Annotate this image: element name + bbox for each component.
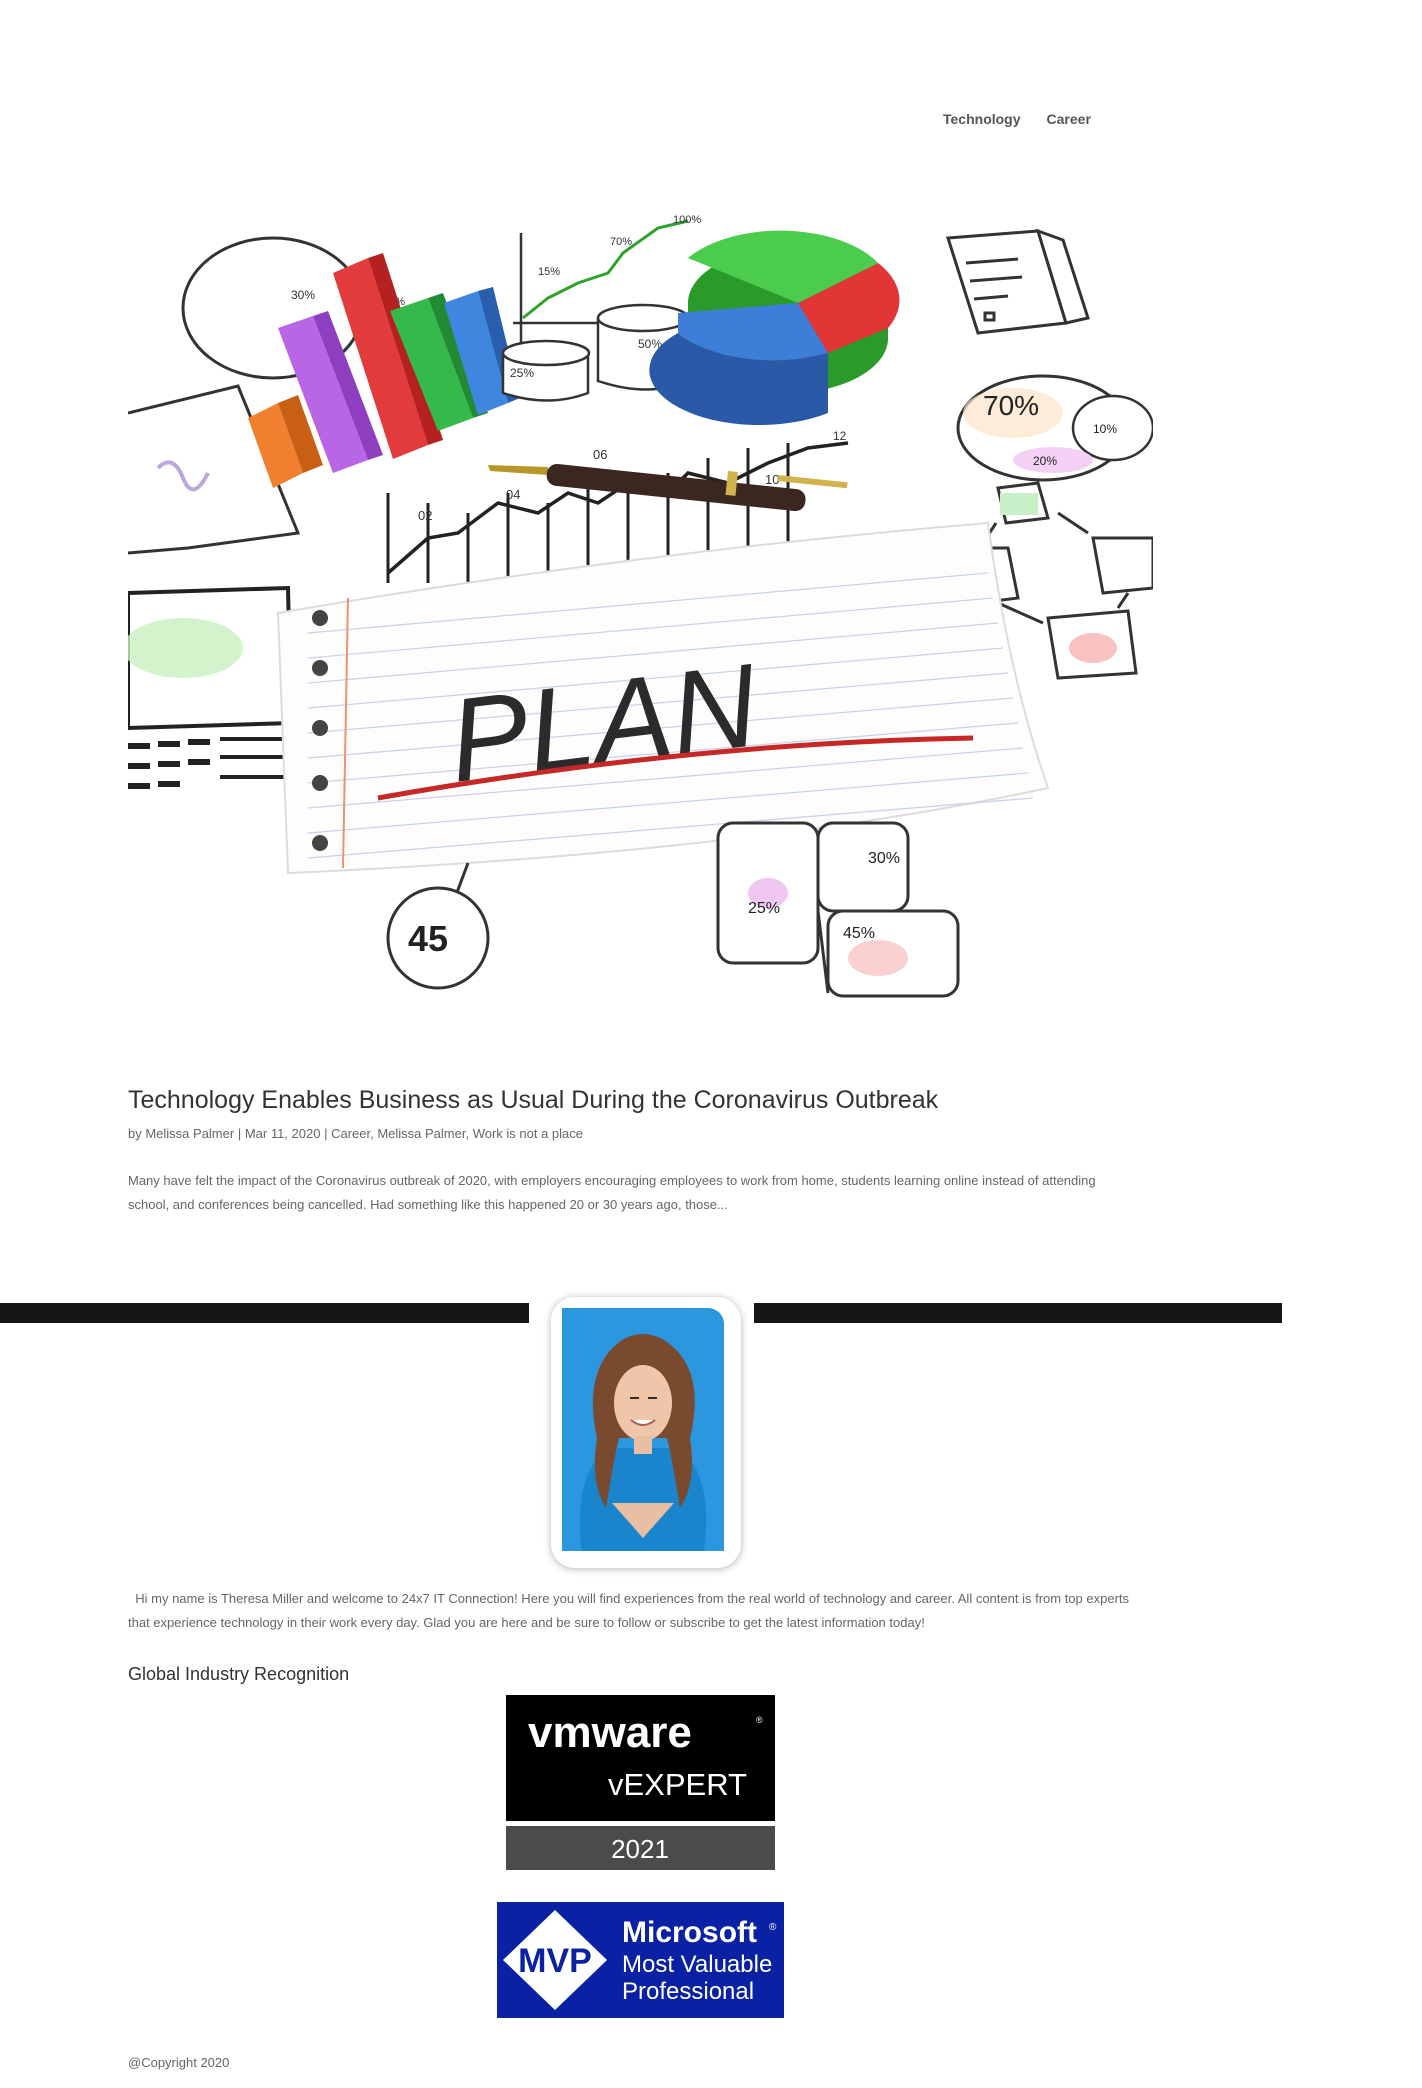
image-text-label: 45% — [843, 925, 875, 942]
nav-item-technology[interactable]: Technology — [943, 111, 1021, 127]
image-text-label: 10 — [765, 472, 779, 487]
image-text-label: Most Valuable — [622, 1951, 772, 1978]
bar-chart-sketch: 30% 70% — [181, 236, 520, 488]
image-text-label: MVP — [518, 1942, 592, 1980]
divider-bar-left — [0, 1303, 529, 1323]
post-meta: by Melissa Palmer | Mar 11, 2020 | Caree… — [128, 1126, 583, 1141]
post-title[interactable]: Technology Enables Business as Usual Dur… — [128, 1086, 938, 1115]
post-excerpt: Many have felt the impact of the Coronav… — [128, 1173, 1096, 1212]
profile-photo-frame — [551, 1297, 741, 1568]
image-text-label: 45 — [408, 918, 448, 959]
microsoft-mvp-badge[interactable]: MVP Microsoft ® Most Valuable Profession… — [497, 1902, 784, 2018]
pie-chart-3d — [649, 230, 900, 426]
category-separator: , — [465, 1126, 473, 1141]
image-text-label: 70% — [983, 390, 1039, 421]
category-link-melissa-palmer[interactable]: Melissa Palmer — [377, 1126, 465, 1141]
image-text-label: vEXPERT — [608, 1767, 747, 1802]
image-text-label: 04 — [506, 487, 520, 502]
post-date: Mar 11, 2020 — [244, 1126, 321, 1141]
nav-item-career[interactable]: Career — [1047, 111, 1091, 127]
printer-sketch — [946, 228, 1090, 335]
author-bio: Hi my name is Theresa Miller and welcome… — [128, 1587, 1138, 1635]
meta-separator: | — [320, 1126, 332, 1141]
image-text-label: vmware — [528, 1708, 692, 1757]
image-text-label: Professional — [622, 1978, 754, 2005]
laptop-sketch — [128, 585, 294, 789]
image-text-label: 20% — [1033, 454, 1057, 468]
divider-bar-right — [754, 1303, 1282, 1323]
image-text-label: 100% — [673, 214, 701, 226]
notepad-sketch: PLAN — [276, 521, 1050, 875]
image-text-label: 70% — [610, 236, 632, 248]
image-text-label: 30% — [868, 850, 900, 867]
image-text-label: 2021 — [611, 1834, 669, 1864]
category-link-work-is-not-a-place[interactable]: Work is not a place — [473, 1126, 583, 1141]
meta-prefix: by — [128, 1126, 146, 1141]
bio-text: Hi my name is Theresa Miller and welcome… — [128, 1591, 1130, 1630]
vmware-vexpert-badge[interactable]: vmware ® vEXPERT 2021 — [506, 1695, 775, 1870]
image-text-label: 15% — [538, 266, 560, 278]
copyright: @Copyright 2020 — [128, 2055, 230, 2070]
image-text-label: 12 — [833, 429, 847, 443]
category-link-career[interactable]: Career — [331, 1126, 370, 1141]
image-text-label: Microsoft — [622, 1916, 757, 1949]
meta-separator: | — [234, 1126, 245, 1141]
image-text-label: 25% — [510, 366, 534, 380]
image-text-label: 10% — [1093, 422, 1117, 436]
image-text-label: 02 — [418, 508, 432, 523]
top-nav: Technology Career — [943, 111, 1091, 127]
image-text-label: 30% — [291, 288, 315, 302]
image-text-label: ® — [769, 1922, 777, 1933]
image-text-label: 25% — [748, 900, 780, 917]
recognition-heading: Global Industry Recognition — [128, 1664, 350, 1684]
profile-photo — [562, 1308, 724, 1551]
image-text-label: ® — [756, 1715, 763, 1725]
image-text-label: 06 — [593, 447, 607, 462]
author-link[interactable]: Melissa Palmer — [145, 1126, 234, 1141]
featured-image-plan[interactable]: 30% 70% 100% 70% 15% 25% 50% 12 — [128, 203, 1153, 1015]
